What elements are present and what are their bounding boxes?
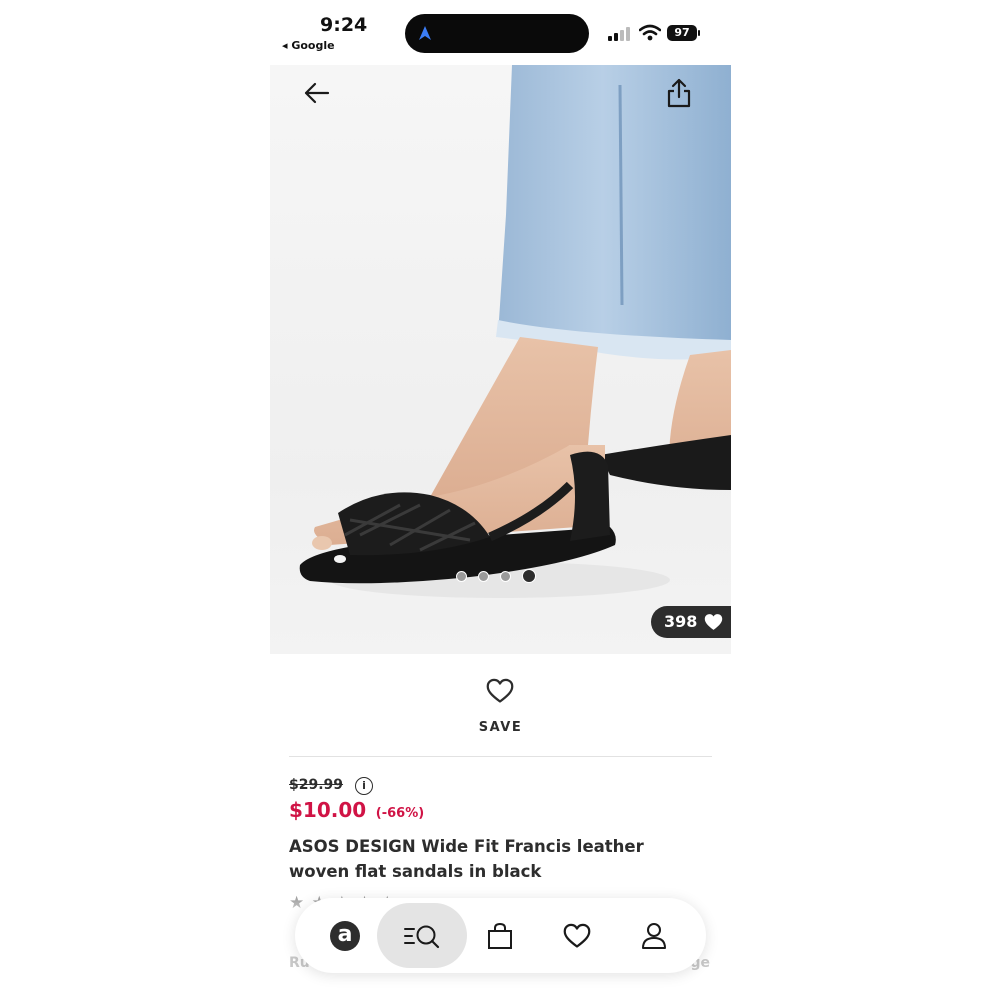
- heart-filled-icon: [704, 614, 723, 630]
- status-bar: 9:24 ◂ Google 97: [270, 0, 731, 65]
- sale-price: $10.00: [289, 798, 367, 822]
- original-price: $29.99: [289, 777, 344, 793]
- search-icon: [404, 925, 440, 948]
- nav-search[interactable]: [392, 898, 452, 973]
- bag-icon: [488, 922, 512, 949]
- nav-account[interactable]: [624, 898, 684, 973]
- nav-home[interactable]: a: [315, 898, 375, 973]
- nav-saved[interactable]: [547, 898, 607, 973]
- save-button[interactable]: SAVE: [270, 720, 731, 735]
- likes-badge: 398: [651, 606, 731, 638]
- discount-percent: (-66%): [375, 806, 425, 821]
- info-icon[interactable]: i: [355, 777, 373, 795]
- gallery-dot-active[interactable]: [522, 569, 536, 583]
- share-icon[interactable]: [666, 77, 692, 109]
- nav-bag[interactable]: [470, 898, 530, 973]
- location-arrow-icon: [419, 26, 431, 40]
- heart-outline-icon[interactable]: [486, 678, 514, 704]
- asos-home-icon: a: [330, 920, 360, 951]
- wifi-icon: [639, 24, 661, 41]
- divider: [289, 756, 712, 757]
- gallery-dots: [456, 569, 536, 583]
- back-to-app-link[interactable]: ◂ Google: [282, 39, 335, 52]
- bottom-navigation: a: [295, 898, 706, 973]
- dynamic-island: [405, 14, 589, 53]
- gallery-dot[interactable]: [456, 570, 467, 582]
- product-photo: [270, 65, 731, 654]
- status-time: 9:24: [320, 14, 368, 36]
- signal-icon: [608, 27, 632, 41]
- back-arrow-icon[interactable]: [302, 79, 332, 107]
- gallery-dot[interactable]: [478, 570, 489, 582]
- account-icon: [642, 922, 666, 949]
- saved-heart-icon: [563, 923, 591, 948]
- product-image-carousel[interactable]: 398: [270, 65, 731, 654]
- likes-count: 398: [664, 612, 698, 631]
- phone-screen: 9:24 ◂ Google 97 398 SAVE $29.99 i $10.0…: [270, 0, 731, 1000]
- gallery-dot[interactable]: [500, 570, 511, 582]
- sale-price-row: $10.00 (-66%): [289, 798, 424, 822]
- battery-icon: 97: [667, 25, 700, 41]
